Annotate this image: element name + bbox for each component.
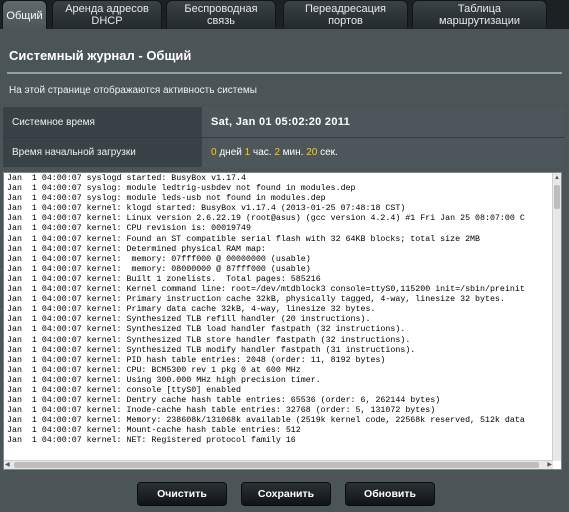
system-log-text[interactable]: Jan 1 04:00:07 syslogd started: BusyBox … [4,173,553,461]
tab-routing-table[interactable]: Таблица маршрутизации [412,0,547,29]
system-time-label: Системное время [3,107,202,137]
uptime-value: 0 дней 1 час. 2 мин. 20 сек. [202,138,565,167]
uptime-seconds: 20 [306,147,318,158]
uptime-hours-unit: час. [252,147,272,158]
uptime-minutes: 2 [274,147,280,158]
clear-button[interactable]: Очистить [137,482,227,506]
tab-wireless[interactable]: Беспроводная связь [166,0,276,29]
uptime-hours: 1 [244,147,251,158]
uptime-days-unit: дней [219,147,242,158]
uptime-minutes-unit: мин. [282,147,304,158]
refresh-button[interactable]: Обновить [345,482,435,506]
uptime-seconds-unit: сек. [320,147,338,158]
log-horizontal-scrollbar[interactable]: ◀ ▶ [4,460,553,469]
system-time-value-cell: Sat, Jan 01 05:02:20 2011 [202,107,565,137]
title-divider [7,72,562,74]
tab-port-forwarding[interactable]: Переадресация портов [283,0,408,29]
uptime-days: 0 [211,147,217,158]
page-description: На этой странице отображаются активность… [9,85,257,96]
page-title: Системный журнал - Общий [9,48,192,63]
system-time-value: Sat, Jan 01 05:02:20 2011 [211,116,350,128]
scroll-left-arrow-icon[interactable]: ◀ [5,461,10,469]
log-horizontal-scroll-thumb[interactable] [14,462,539,468]
system-info-table: Системное время Sat, Jan 01 05:02:20 201… [3,107,565,167]
system-log-textarea[interactable]: Jan 1 04:00:07 syslogd started: BusyBox … [3,172,562,470]
tab-general[interactable]: Общий [2,0,47,30]
save-button[interactable]: Сохранить [241,482,331,506]
log-vertical-scroll-thumb[interactable] [554,185,560,209]
uptime-label: Время начальной загрузки [3,138,202,167]
content-panel: Системный журнал - Общий На этой страниц… [0,29,569,512]
tab-dhcp-leases[interactable]: Аренда адресов DHCP [52,0,162,29]
uptime-row: Время начальной загрузки 0 дней 1 час. 2… [3,137,565,167]
scroll-right-arrow-icon[interactable]: ▶ [547,461,552,469]
log-vertical-scrollbar[interactable]: ▲ [552,173,561,461]
system-time-row: Системное время Sat, Jan 01 05:02:20 201… [3,107,565,137]
tab-bar: Общий Аренда адресов DHCP Беспроводная с… [0,0,569,30]
scroll-up-arrow-icon[interactable]: ▲ [554,174,560,182]
